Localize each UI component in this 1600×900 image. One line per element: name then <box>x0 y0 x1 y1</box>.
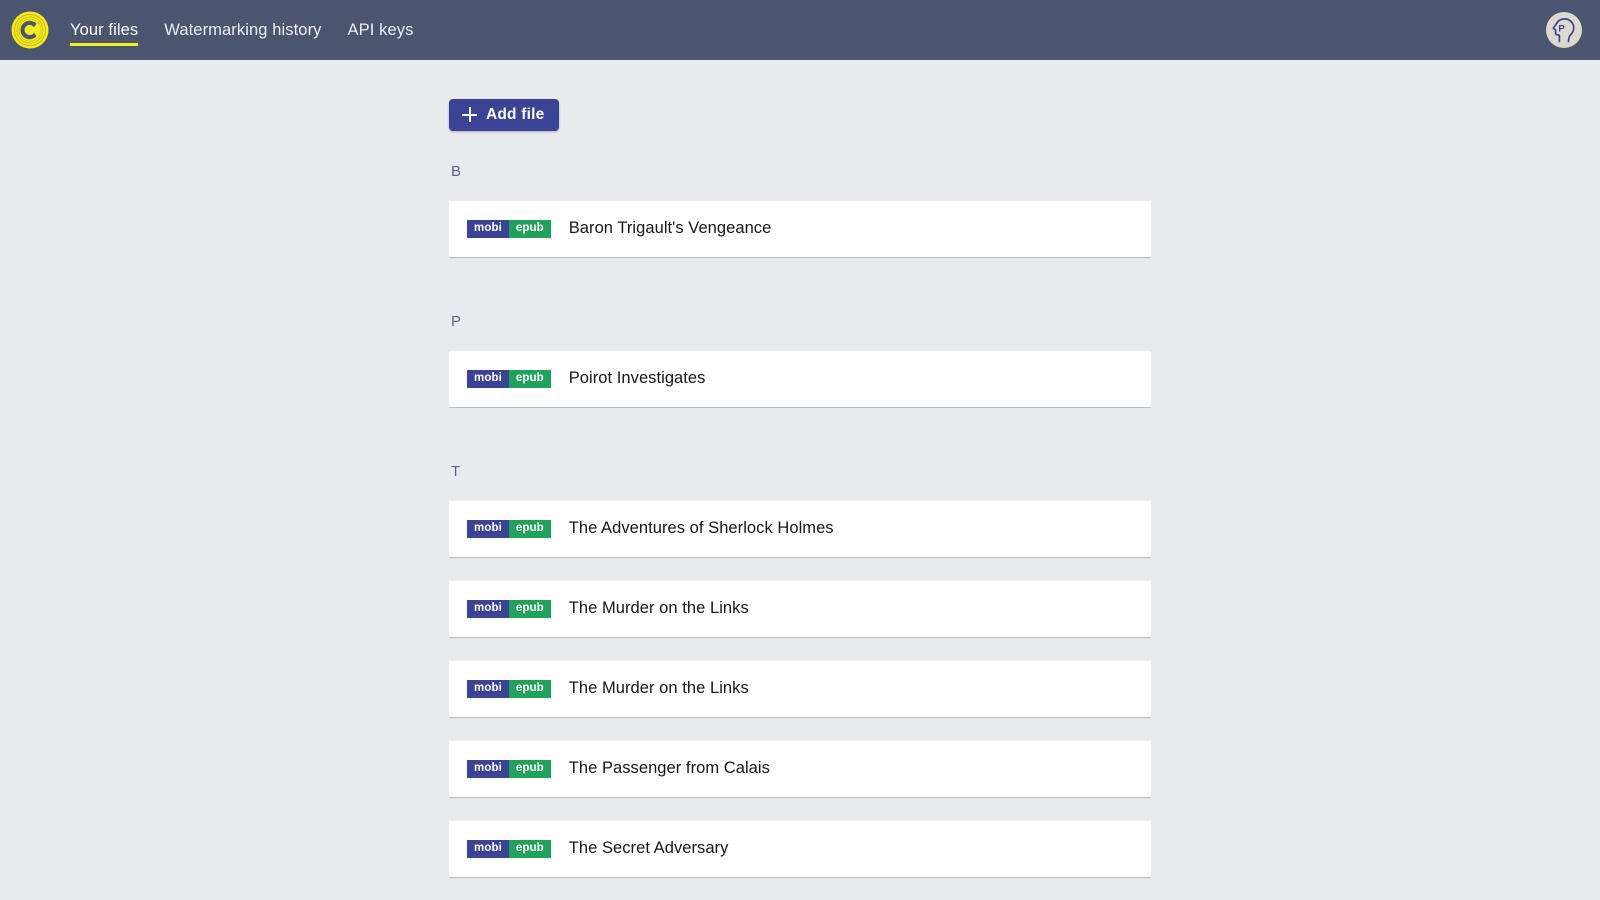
format-badges: mobiepub <box>467 600 551 618</box>
group-letter-heading: B <box>449 131 1151 201</box>
format-badge-epub[interactable]: epub <box>509 370 551 388</box>
format-badge-epub[interactable]: epub <box>509 220 551 238</box>
top-navigation-bar: Your files Watermarking history API keys… <box>0 0 1600 60</box>
format-badges: mobiepub <box>467 840 551 858</box>
file-title: The Secret Adversary <box>569 839 729 859</box>
file-row[interactable]: mobiepub The Adventures of Sherlock Holme… <box>449 501 1151 557</box>
format-badge-epub[interactable]: epub <box>509 840 551 858</box>
profile-head-p-avatar-icon: P <box>1548 12 1580 48</box>
format-badges: mobiepub <box>467 370 551 388</box>
file-row[interactable]: mobiepub Poirot Investigates <box>449 351 1151 407</box>
add-file-button-label: Add file <box>486 106 544 123</box>
avatar[interactable]: P <box>1546 12 1582 48</box>
format-badge-mobi[interactable]: mobi <box>467 600 509 618</box>
file-title: The Passenger from Calais <box>569 759 770 779</box>
file-title: Baron Trigault's Vengeance <box>569 219 772 239</box>
file-groups-list: BmobiepubBaron Trigault's VengeancePmobi… <box>449 131 1151 900</box>
main-nav: Your files Watermarking history API keys <box>70 0 413 60</box>
app-logo[interactable] <box>0 0 60 60</box>
format-badge-mobi[interactable]: mobi <box>467 840 509 858</box>
nav-tab-api-keys-label: API keys <box>348 21 414 39</box>
file-title: The Murder on the Links <box>569 679 749 699</box>
plus-icon <box>462 107 477 122</box>
nav-tab-your-files[interactable]: Your files <box>70 2 138 58</box>
file-row[interactable]: mobiepub Baron Trigault's Vengeance <box>449 201 1151 257</box>
format-badge-epub[interactable]: epub <box>509 680 551 698</box>
nav-tab-api-keys[interactable]: API keys <box>348 2 414 58</box>
page-content: Add file BmobiepubBaron Trigault's Venge… <box>0 60 1600 900</box>
format-badge-mobi[interactable]: mobi <box>467 520 509 538</box>
format-badge-epub[interactable]: epub <box>509 760 551 778</box>
format-badge-mobi[interactable]: mobi <box>467 370 509 388</box>
format-badge-epub[interactable]: epub <box>509 600 551 618</box>
format-badge-mobi[interactable]: mobi <box>467 760 509 778</box>
file-row[interactable]: mobiepub The Murder on the Links <box>449 581 1151 637</box>
file-title: Poirot Investigates <box>569 369 706 389</box>
file-title: The Murder on the Links <box>569 599 749 619</box>
format-badge-mobi[interactable]: mobi <box>467 220 509 238</box>
svg-text:P: P <box>1558 23 1565 34</box>
file-title: The Adventures of Sherlock Holmes <box>569 519 834 539</box>
file-group: Pmobiepub Poirot Investigates <box>449 281 1151 407</box>
file-group: Bmobiepub Baron Trigault's Vengeance <box>449 131 1151 257</box>
nav-tab-your-files-label: Your files <box>70 21 138 39</box>
group-letter-heading: T <box>449 431 1151 501</box>
nav-tab-watermarking-history[interactable]: Watermarking history <box>164 2 321 58</box>
format-badges: mobiepub <box>467 680 551 698</box>
file-row[interactable]: mobiepub The Passenger from Calais <box>449 741 1151 797</box>
add-file-button[interactable]: Add file <box>449 99 559 131</box>
file-row[interactable]: mobiepub The Secret Adversary <box>449 821 1151 877</box>
format-badges: mobiepub <box>467 220 551 238</box>
format-badges: mobiepub <box>467 760 551 778</box>
nav-tab-watermarking-history-label: Watermarking history <box>164 21 321 39</box>
group-letter-heading: P <box>449 281 1151 351</box>
copyright-coin-logo-icon <box>10 10 50 50</box>
format-badge-mobi[interactable]: mobi <box>467 680 509 698</box>
format-badge-epub[interactable]: epub <box>509 520 551 538</box>
format-badges: mobiepub <box>467 520 551 538</box>
file-row[interactable]: mobiepub The Murder on the Links <box>449 661 1151 717</box>
file-group: TmobiepubThe Adventures of Sherlock Holm… <box>449 431 1151 877</box>
files-column: Add file BmobiepubBaron Trigault's Venge… <box>449 99 1151 900</box>
